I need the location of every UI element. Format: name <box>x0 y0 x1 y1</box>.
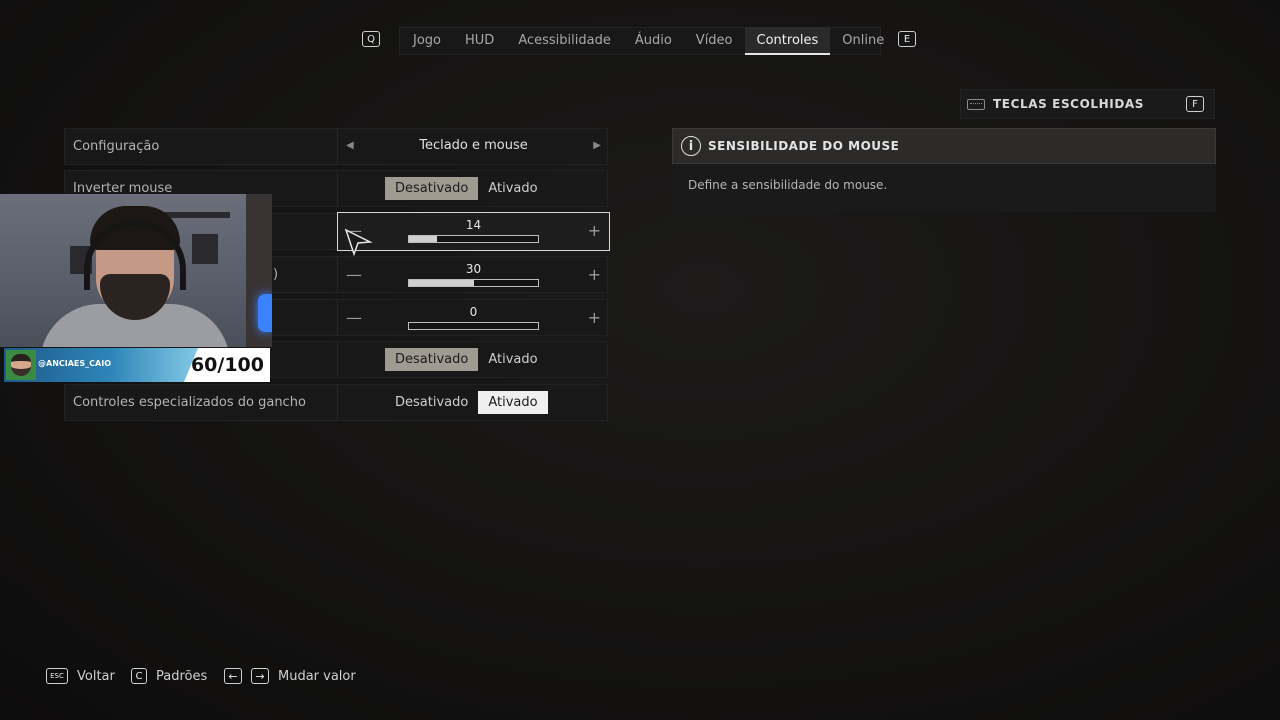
tab-controles[interactable]: Controles <box>744 27 831 55</box>
wall-frame <box>192 234 218 264</box>
tab-list: Jogo HUD Acessibilidade Áudio Vídeo Cont… <box>399 27 884 55</box>
arrow-right-key-icon: → <box>251 668 269 684</box>
setting-value: Teclado e mouse <box>419 138 528 153</box>
footer-hints: ESC Voltar C Padrões ← → Mudar valor <box>46 668 386 686</box>
chosen-keys-hotkey: F <box>1186 96 1204 112</box>
slider-track[interactable] <box>408 235 539 243</box>
info-description: Define a sensibilidade do mouse. <box>672 164 1216 212</box>
slider-track[interactable] <box>408 322 539 330</box>
tab-jogo[interactable]: Jogo <box>401 27 453 55</box>
streamer-handle: @ANCIAES_CAIO <box>38 359 111 368</box>
toggle-off-option[interactable]: Desativado <box>385 391 478 414</box>
settings-tab-bar: Q Jogo HUD Acessibilidade Áudio Vídeo Co… <box>0 27 1280 55</box>
slider-track[interactable] <box>408 279 539 287</box>
esc-key: ESC <box>46 668 68 684</box>
toggle-off-option[interactable]: Desativado <box>385 348 479 371</box>
slider-fill <box>409 280 474 286</box>
setting-toggle[interactable]: Desativado Ativado <box>337 171 609 206</box>
setting-toggle[interactable]: Desativado Ativado <box>337 342 609 377</box>
increase-icon[interactable]: + <box>588 308 601 327</box>
prev-tab-key[interactable]: Q <box>362 31 380 47</box>
slider-value: 30 <box>465 262 482 276</box>
setting-selector[interactable]: ◀ Teclado e mouse ▶ <box>337 129 609 164</box>
defaults-label: Padrões <box>156 668 208 684</box>
change-value-hint[interactable]: ← → Mudar valor <box>224 668 356 684</box>
streamer-bar: @ANCIAES_CAIO 60/100 <box>4 348 270 382</box>
tab-hud[interactable]: HUD <box>453 27 506 55</box>
webcam-overlay <box>0 194 272 347</box>
setting-slider[interactable]: — 14 + <box>337 212 610 251</box>
score-box: 60/100 <box>184 348 270 382</box>
info-icon: i <box>681 136 701 156</box>
chosen-keys-button[interactable]: TECLAS ESCOLHIDAS F <box>960 89 1215 119</box>
toggle-on-option[interactable]: Ativado <box>478 391 548 414</box>
increase-icon[interactable]: + <box>588 265 601 284</box>
info-title: SENSIBILIDADE DO MOUSE <box>708 139 900 153</box>
increase-icon[interactable]: + <box>588 221 601 240</box>
next-tab-key[interactable]: E <box>898 31 916 47</box>
toggle-off-option[interactable]: Desativado <box>385 177 479 200</box>
arrow-left-key-icon: ← <box>224 668 242 684</box>
back-label: Voltar <box>77 668 115 684</box>
score-value: 60/100 <box>190 354 264 376</box>
setting-row-configuracao[interactable]: Configuração ◀ Teclado e mouse ▶ <box>64 128 608 165</box>
defaults-hint[interactable]: C Padrões <box>131 668 207 684</box>
setting-label: Controles especializados do gancho <box>73 395 306 410</box>
setting-label: Configuração <box>73 139 160 154</box>
slider-value: 0 <box>469 305 478 319</box>
setting-row-gancho[interactable]: Controles especializados do gancho Desat… <box>64 384 608 421</box>
tab-audio[interactable]: Áudio <box>623 27 684 55</box>
setting-slider[interactable]: — 30 + <box>337 257 609 292</box>
change-value-label: Mudar valor <box>278 668 356 684</box>
toggle-on-option[interactable]: Ativado <box>478 348 547 371</box>
toggle-on-option[interactable]: Ativado <box>478 177 547 200</box>
slider-fill <box>409 236 438 242</box>
back-hint[interactable]: ESC Voltar <box>46 668 115 684</box>
mouse-cursor-icon <box>344 228 373 256</box>
setting-label-fragment: ) <box>273 267 279 282</box>
led-light <box>258 294 272 332</box>
tab-online[interactable]: Online <box>830 27 896 55</box>
setting-info-panel: i SENSIBILIDADE DO MOUSE Define a sensib… <box>672 128 1216 212</box>
chosen-keys-label: TECLAS ESCOLHIDAS <box>993 97 1145 111</box>
keyboard-icon <box>967 98 985 110</box>
info-header: i SENSIBILIDADE DO MOUSE <box>672 128 1216 164</box>
slider-value: 14 <box>465 218 482 232</box>
streamer-avatar <box>6 350 36 380</box>
setting-slider[interactable]: — 0 + <box>337 300 609 335</box>
tab-video[interactable]: Vídeo <box>684 27 745 55</box>
c-key: C <box>131 668 147 684</box>
setting-toggle[interactable]: Desativado Ativado <box>337 385 609 420</box>
arrow-right-icon[interactable]: ▶ <box>593 140 601 151</box>
tab-acessibilidade[interactable]: Acessibilidade <box>506 27 623 55</box>
